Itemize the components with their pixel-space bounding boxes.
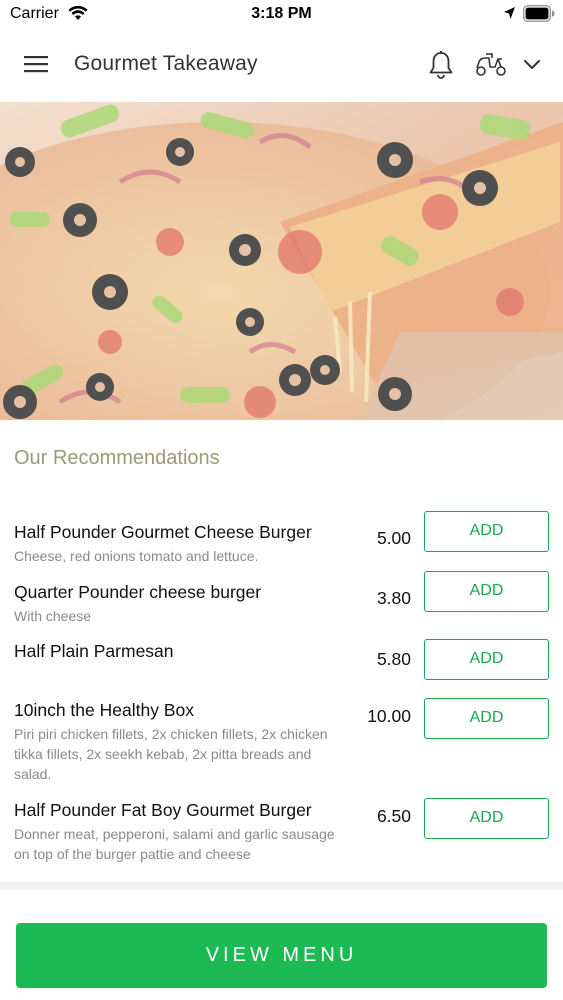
add-button[interactable]: ADD — [424, 511, 549, 552]
section-divider — [0, 882, 563, 890]
menu-icon[interactable] — [24, 54, 50, 74]
add-button[interactable]: ADD — [424, 571, 549, 612]
app-header: Gourmet Takeaway — [0, 30, 563, 102]
status-time: 3:18 PM — [251, 5, 312, 22]
item-name: 10inch the Healthy Box — [14, 700, 194, 720]
item-description: With cheese — [14, 608, 92, 624]
view-menu-button[interactable]: VIEW MENU — [16, 923, 547, 988]
scooter-icon[interactable] — [474, 52, 508, 78]
add-button[interactable]: ADD — [424, 698, 549, 739]
location-icon — [504, 7, 515, 19]
item-price: 3.80 — [376, 588, 411, 608]
pizza-hero-image — [0, 102, 563, 420]
add-button[interactable]: ADD — [424, 639, 549, 680]
app-title: Gourmet Takeaway — [74, 52, 258, 75]
item-price: 5.00 — [376, 528, 411, 548]
item-description: Piri piri chicken fillets, 2x chicken fi… — [14, 726, 328, 782]
item-price: 5.80 — [376, 649, 411, 669]
item-price: 6.50 — [376, 806, 411, 826]
item-name: Half Pounder Gourmet Cheese Burger — [14, 522, 312, 542]
recommendations-title: Our Recommendations — [14, 447, 220, 469]
item-description: Cheese, red onions tomato and lettuce. — [14, 548, 259, 564]
status-bar: Carrier 3:18 PM — [0, 0, 563, 30]
item-price: 10.00 — [367, 706, 411, 726]
bell-icon[interactable] — [428, 50, 454, 80]
item-name: Half Pounder Fat Boy Gourmet Burger — [14, 800, 312, 820]
item-name: Quarter Pounder cheese burger — [14, 582, 262, 602]
item-name: Half Plain Parmesan — [14, 641, 174, 661]
add-button[interactable]: ADD — [424, 798, 549, 839]
pizza-illustration — [0, 102, 563, 420]
chevron-down-icon[interactable] — [522, 56, 542, 72]
battery-icon — [523, 5, 555, 22]
item-description: Donner meat, pepperoni, salami and garli… — [14, 826, 335, 862]
